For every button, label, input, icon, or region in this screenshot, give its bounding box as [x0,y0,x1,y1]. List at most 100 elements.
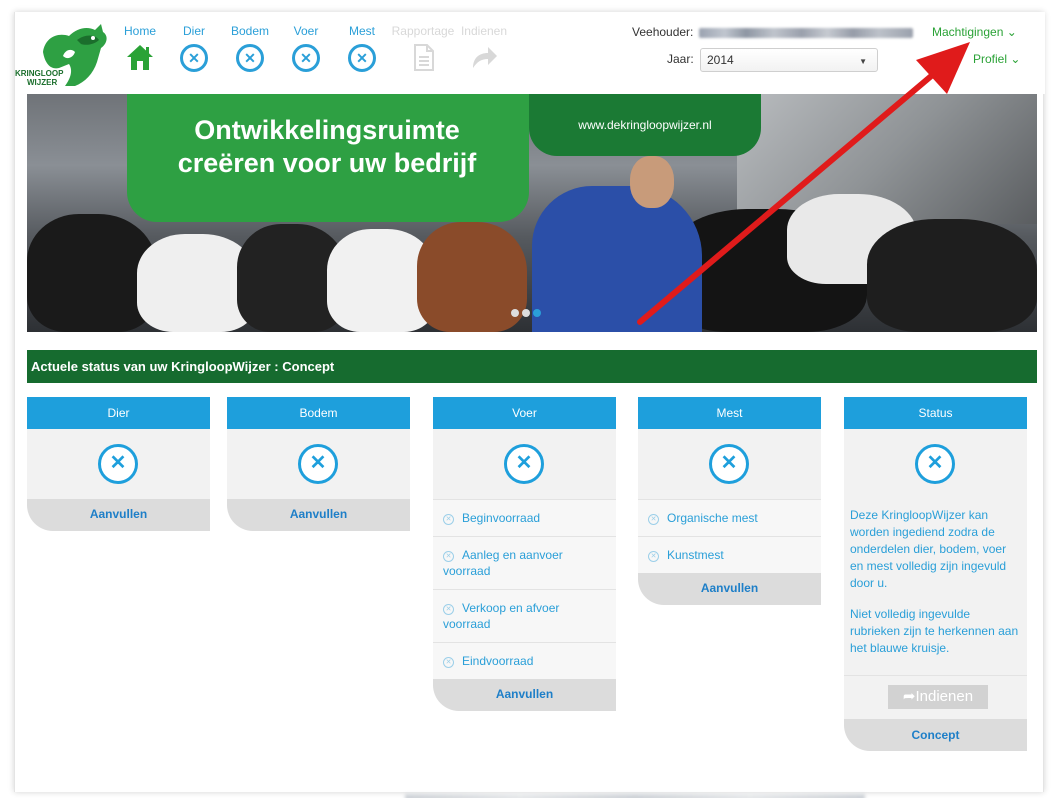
x-circle-small-icon: ✕ [443,657,454,668]
machtigingen-menu[interactable]: Machtigingen ⌄ [932,25,1017,39]
footer-redacted [405,794,865,798]
card-dier-body: ✕ [27,429,210,499]
card-status-title: Status [844,397,1027,429]
card-mest: Mest ✕ ✕ Organische mest ✕ Kunstmest Aanvu… [638,397,821,605]
nav-bodem[interactable]: Bodem ✕ [223,24,277,72]
mest-item-kunstmest[interactable]: ✕ Kunstmest [638,536,821,573]
dier-aanvullen-button[interactable]: Aanvullen [27,499,210,531]
card-status-body: ✕ [844,429,1027,499]
card-bodem-body: ✕ [227,429,410,499]
voer-item-label: Beginvoorraad [462,511,541,525]
card-bodem: Bodem ✕ Aanvullen [227,397,410,531]
voer-item-beginvoorraad[interactable]: ✕ Beginvoorraad [433,499,616,536]
hero-banner: Ontwikkelingsruimte creëren voor uw bedr… [27,94,1037,332]
jaar-value: 2014 [707,53,734,67]
status-bar-title: Actuele status van uw KringloopWijzer : … [27,350,1037,383]
banner-cow [867,219,1037,332]
status-description: Deze KringloopWijzer kan worden ingedien… [844,499,1027,675]
x-circle-icon[interactable]: ✕ [348,44,376,72]
voer-item-aanleg[interactable]: ✕ Aanleg en aanvoer voorraad [433,536,616,589]
jaar-label: Jaar: [667,52,694,66]
x-circle-icon: ✕ [709,444,749,484]
card-status: Status ✕ Deze KringloopWijzer kan worden… [844,397,1027,751]
x-circle-icon[interactable]: ✕ [292,44,320,72]
bodem-aanvullen-button[interactable]: Aanvullen [227,499,410,531]
chevron-down-icon: ⌄ [1010,52,1021,66]
mest-aanvullen-button[interactable]: Aanvullen [638,573,821,605]
profiel-label: Profiel [973,52,1008,66]
profiel-menu[interactable]: Profiel ⌄ [973,52,1020,66]
card-mest-body: ✕ [638,429,821,499]
banner-url[interactable]: www.dekringloopwijzer.nl [529,118,761,132]
status-text-2: Niet volledig ingevulde rubrieken zijn t… [850,607,1019,655]
card-voer-body: ✕ [433,429,616,499]
x-circle-small-icon: ✕ [648,551,659,562]
indienen-button[interactable]: ➦Indienen [888,685,988,709]
mest-item-label: Organische mest [667,511,758,525]
voer-item-label: Aanleg en aanvoer voorraad [443,548,563,578]
chevron-down-icon: ⌄ [1006,25,1017,39]
voer-item-label: Eindvoorraad [462,654,534,668]
carousel-dot[interactable] [511,309,519,317]
logo-text: KRINGLOOP WIJZER [15,69,63,87]
document-icon [414,44,434,71]
status-text-1: Deze KringloopWijzer kan worden ingedien… [850,508,1007,590]
x-circle-icon: ✕ [98,444,138,484]
x-circle-small-icon: ✕ [443,514,454,525]
indienen-label: Indienen [915,688,974,705]
share-arrow-icon [473,47,497,68]
x-circle-icon: ✕ [504,444,544,484]
x-circle-small-icon: ✕ [443,551,454,562]
status-concept-label: Concept [844,719,1027,751]
veehouder-label: Veehouder: [632,25,694,39]
card-dier: Dier ✕ Aanvullen [27,397,210,531]
card-bodem-title: Bodem [227,397,410,429]
banner-title-line1: Ontwikkelingsruimte [194,115,460,145]
app-frame: KRINGLOOP WIJZER Home Dier ✕ Bodem ✕ Voe… [14,12,1045,798]
mest-item-label: Kunstmest [667,548,724,562]
x-circle-small-icon: ✕ [648,514,659,525]
nav-indienen: Indienen [455,24,513,72]
nav-mest-label: Mest [348,24,375,38]
banner-farmer [532,186,702,332]
x-circle-small-icon: ✕ [443,604,454,615]
voer-item-eindvoorraad[interactable]: ✕ Eindvoorraad [433,642,616,679]
voer-item-verkoop[interactable]: ✕ Verkoop en afvoer voorraad [433,589,616,642]
banner-title-line2: creëren voor uw bedrijf [177,148,477,178]
x-circle-icon[interactable]: ✕ [180,44,208,72]
card-voer-title: Voer [433,397,616,429]
nav-indienen-label: Indienen [460,24,508,38]
caret-down-icon: ▼ [859,57,867,66]
nav-voer-label: Voer [293,24,319,38]
nav-mest[interactable]: Mest ✕ [335,24,389,72]
voer-aanvullen-button[interactable]: Aanvullen [433,679,616,711]
x-circle-icon: ✕ [915,444,955,484]
home-icon[interactable] [125,42,155,72]
mest-item-organische[interactable]: ✕ Organische mest [638,499,821,536]
carousel-dot-active[interactable] [533,309,541,317]
logo-line2: WIJZER [27,78,58,87]
machtigingen-label: Machtigingen [932,25,1004,39]
x-circle-icon: ✕ [298,444,338,484]
nav-dier-label: Dier [182,24,205,38]
x-circle-icon[interactable]: ✕ [236,44,264,72]
banner-farmer-head [630,156,674,208]
nav-rapportage-label: Rapportage [391,24,455,38]
carousel-dot[interactable] [522,309,530,317]
kringloopwijzer-logo[interactable]: KRINGLOOP WIJZER [15,22,115,88]
voer-item-label: Verkoop en afvoer voorraad [443,601,560,631]
nav-voer[interactable]: Voer ✕ [279,24,333,72]
header: KRINGLOOP WIJZER Home Dier ✕ Bodem ✕ Voe… [15,12,1045,94]
share-arrow-icon: ➦ [902,688,916,705]
nav-rapportage: Rapportage [391,24,455,72]
indienen-row: ➦Indienen [844,675,1027,719]
nav-home[interactable]: Home [113,24,167,72]
nav-home-label: Home [123,24,156,38]
veehouder-info: Veehouder: [632,25,913,39]
logo-line1: KRINGLOOP [15,69,64,78]
card-voer: Voer ✕ ✕ Beginvoorraad ✕ Aanleg en aanvoer… [433,397,616,711]
nav-bodem-label: Bodem [230,24,270,38]
jaar-select[interactable]: 2014 ▼ [700,48,878,72]
carousel-dots [511,304,544,322]
nav-dier[interactable]: Dier ✕ [167,24,221,72]
